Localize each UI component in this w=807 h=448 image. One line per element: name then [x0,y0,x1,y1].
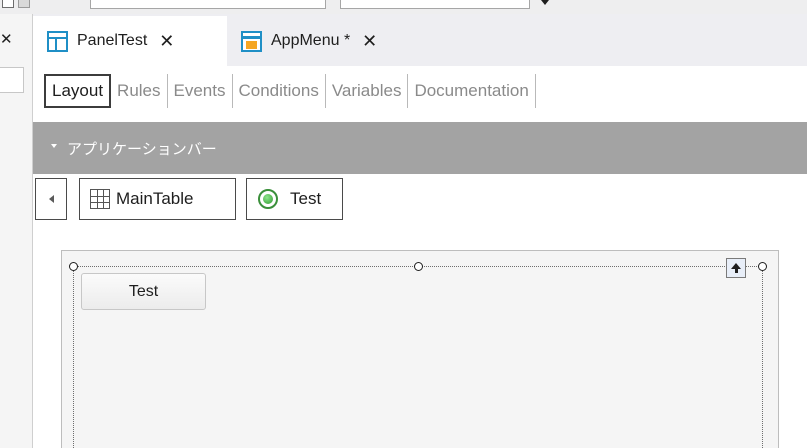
chevron-left-icon [48,195,54,203]
top-toolbar-strip [0,0,807,14]
application-bar-section[interactable]: アプリケーションバー [33,122,807,174]
breadcrumb-label: MainTable [116,189,194,208]
toolbar-button[interactable] [2,0,14,8]
close-icon[interactable]: ✕ [159,32,174,50]
select-parent-button[interactable] [726,258,746,278]
breadcrumb-main-table[interactable]: MainTable [79,178,236,220]
breadcrumb-back-button[interactable] [35,178,67,220]
resize-handle[interactable] [758,262,767,271]
radio-button-icon [258,189,278,209]
tab-label: PanelTest [77,32,148,49]
application-bar-title: アプリケーションバー [67,141,217,158]
document-tab-strip: PanelTest ✕ AppMenu * ✕ [33,14,807,66]
breadcrumb-test[interactable]: Test [246,178,343,220]
editor-subtabs: Layout Rules Events Conditions Variables… [33,66,807,122]
left-panel-close-icon[interactable]: ✕ [0,30,13,48]
toolbar-combo[interactable] [340,0,530,9]
tab-app-menu[interactable]: AppMenu * ✕ [227,16,463,66]
panel-object-icon [47,30,68,52]
test-button[interactable]: Test [81,273,206,310]
subtab-documentation[interactable]: Documentation [408,74,536,108]
breadcrumb-label: Test [290,189,322,208]
resize-handle[interactable] [69,262,78,271]
dropdown-arrow-icon[interactable] [541,0,549,5]
subtab-rules[interactable]: Rules [111,74,168,108]
left-panel-field[interactable] [0,67,24,93]
subtab-events[interactable]: Events [168,74,233,108]
table-grid-icon [90,189,110,209]
tab-panel-test[interactable]: PanelTest ✕ [33,16,227,66]
tab-label: AppMenu * [271,32,351,49]
toolbar-button[interactable] [18,0,30,8]
toolbar-combo[interactable] [90,0,326,9]
close-icon[interactable]: ✕ [362,32,377,50]
app-menu-object-icon [241,30,262,52]
subtab-conditions[interactable]: Conditions [233,74,326,108]
resize-handle[interactable] [414,262,423,271]
caret-down-icon[interactable] [51,144,57,148]
subtab-variables[interactable]: Variables [326,74,409,108]
subtab-layout[interactable]: Layout [44,74,112,108]
left-panel: ✕ [0,14,32,448]
